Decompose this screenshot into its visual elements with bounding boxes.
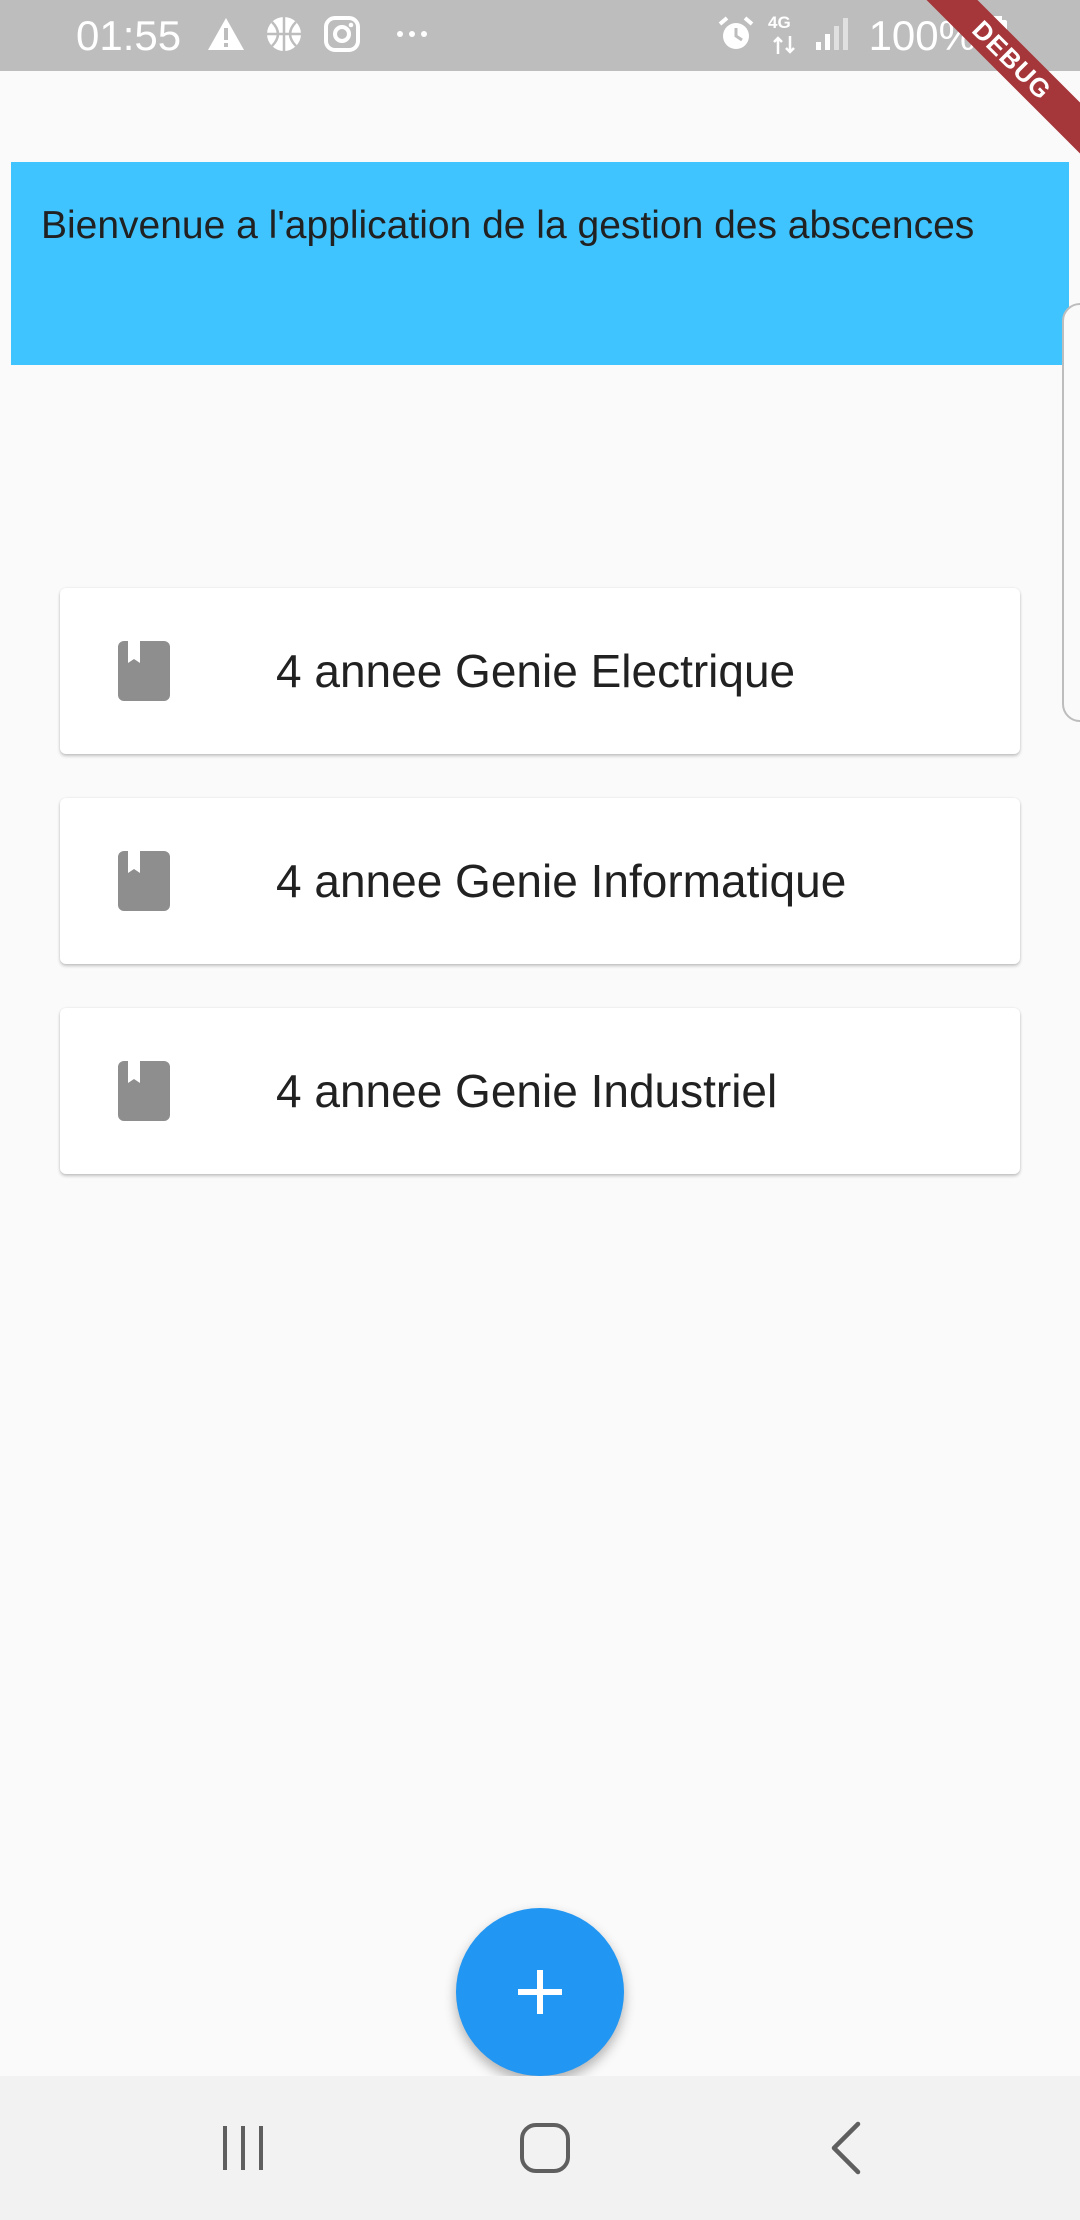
class-card-genie-electrique[interactable]: 4 annee Genie Electrique: [60, 588, 1020, 754]
network-4g-icon: 4G: [768, 13, 791, 32]
book-icon: [118, 1061, 170, 1121]
class-title: 4 annee Genie Electrique: [276, 645, 796, 697]
class-card-genie-industriel[interactable]: 4 annee Genie Industriel: [60, 1008, 1020, 1174]
edge-panel-handle[interactable]: [1062, 303, 1080, 722]
add-class-button[interactable]: [456, 1908, 624, 2076]
battery-icon: [987, 16, 1007, 52]
class-title: 4 annee Genie Informatique: [276, 855, 847, 907]
recent-apps-icon[interactable]: [213, 2118, 273, 2178]
back-icon[interactable]: [818, 2118, 878, 2178]
class-list: 4 annee Genie Electrique 4 annee Genie I…: [60, 588, 1020, 1218]
book-icon: [118, 641, 170, 701]
instagram-icon: [324, 16, 360, 52]
welcome-text: Bienvenue a l'application de la gestion …: [41, 204, 975, 247]
class-card-genie-informatique[interactable]: 4 annee Genie Informatique: [60, 798, 1020, 964]
more-dots-icon: [397, 31, 427, 37]
warning-icon: [208, 18, 244, 50]
add-icon: [518, 1970, 562, 2014]
status-bar: 01:55 4G 100%: [0, 0, 1080, 71]
signal-icon: [816, 18, 848, 50]
screen: 01:55 4G 100% DEBUG Bienvenue a l'applic…: [0, 0, 1080, 2220]
data-arrows-icon: [773, 36, 795, 54]
class-title: 4 annee Genie Industriel: [276, 1065, 778, 1117]
system-nav-bar: [0, 2076, 1080, 2220]
battery-percent: 100%: [868, 12, 976, 59]
status-time: 01:55: [76, 12, 182, 59]
alarm-icon: [718, 16, 754, 49]
book-icon: [118, 851, 170, 911]
home-icon[interactable]: [515, 2118, 575, 2178]
basketball-icon: [267, 17, 301, 51]
welcome-banner: Bienvenue a l'application de la gestion …: [11, 162, 1069, 365]
